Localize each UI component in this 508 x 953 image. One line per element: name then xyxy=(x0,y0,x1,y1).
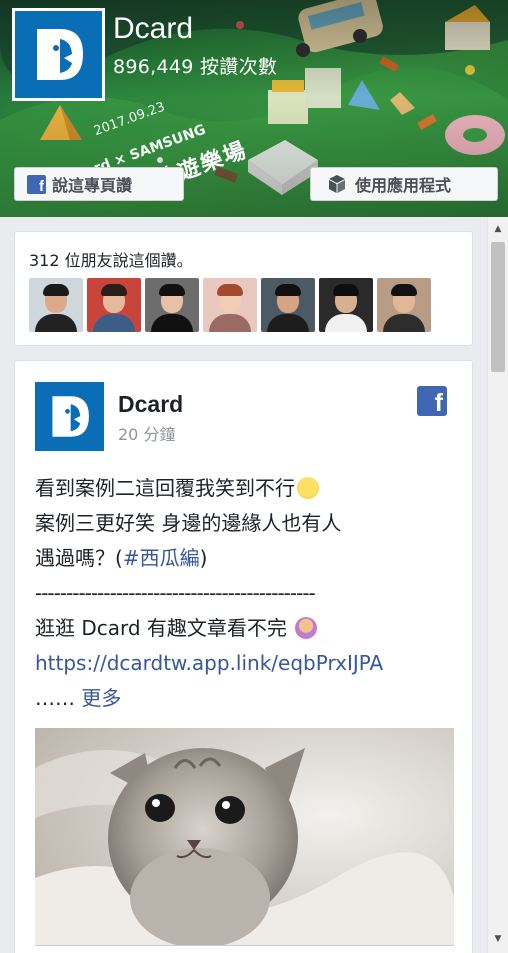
page-likes-count: 896,449 按讚次數 xyxy=(113,56,278,78)
friend-avatar[interactable] xyxy=(203,278,257,332)
use-app-button[interactable]: 使用應用程式 xyxy=(310,167,498,201)
scroll-down-arrow-icon[interactable]: ▼ xyxy=(488,929,508,949)
avatar-hair xyxy=(101,284,127,296)
post-card: Dcard 20 分鐘 f 看到案例二這回覆我笑到不行 案例三更好笑 身邊的邊緣… xyxy=(14,360,473,953)
friends-like-card: 312 位朋友說這個讚。 xyxy=(14,231,473,346)
post-divider: ----------------------------------------… xyxy=(35,581,316,605)
post-line: …… 更多 xyxy=(35,681,455,716)
friend-avatar[interactable] xyxy=(319,278,373,332)
post-link[interactable]: https://dcardtw.app.link/eqbPrxIJPA xyxy=(35,646,455,681)
avatar-hair xyxy=(275,284,301,296)
hashtag-link[interactable]: #西瓜編 xyxy=(123,546,200,570)
page-title[interactable]: Dcard xyxy=(113,12,193,46)
see-more-link[interactable]: 更多 xyxy=(81,686,121,710)
avatar-hair xyxy=(159,284,185,296)
like-page-button[interactable]: f 說這專頁讚 xyxy=(14,167,184,201)
dcard-logo-icon xyxy=(35,382,104,451)
friend-avatar[interactable] xyxy=(261,278,315,332)
avatar-hair xyxy=(43,284,69,296)
post-image-kitten[interactable] xyxy=(35,728,454,946)
page-cover[interactable]: 2017.09.23 Dcard × SAMSUNG 地遊樂場 Dcard 89… xyxy=(0,0,508,217)
friend-avatars xyxy=(29,278,435,332)
post-line: 遇過嗎？(#西瓜編) xyxy=(35,546,208,570)
scrollbar-thumb[interactable] xyxy=(491,242,505,372)
ellipsis: …… xyxy=(35,686,75,710)
post-line: 看到案例二這回覆我笑到不行 xyxy=(35,471,455,506)
avatar-body xyxy=(93,314,135,332)
post-author-avatar[interactable] xyxy=(35,382,104,451)
avatar-body xyxy=(383,314,425,332)
avatar-hair xyxy=(333,284,359,296)
post-text: 看到案例二這回覆我笑到不行 案例三更好笑 身邊的邊緣人也有人 遇過嗎？(#西瓜編… xyxy=(35,471,455,716)
friend-avatar[interactable] xyxy=(377,278,431,332)
post-line: 逛逛 Dcard 有趣文章看不完 xyxy=(35,611,455,646)
avatar-body xyxy=(151,314,193,332)
post-line: 案例三更好笑 身邊的邊緣人也有人 xyxy=(35,511,342,535)
cube-icon xyxy=(329,175,345,193)
friend-avatar[interactable] xyxy=(145,278,199,332)
friends-like-text: 312 位朋友說這個讚。 xyxy=(29,251,193,270)
avatar-body xyxy=(209,314,251,332)
post-timestamp[interactable]: 20 分鐘 xyxy=(118,421,175,445)
facebook-icon: f xyxy=(27,174,46,194)
vertical-scrollbar[interactable]: ▲ ▼ xyxy=(487,217,508,953)
use-app-label: 使用應用程式 xyxy=(355,176,452,195)
avatar-hair xyxy=(217,284,243,296)
dcard-logo-icon xyxy=(15,11,102,98)
kitten-photo xyxy=(35,728,454,945)
scroll-up-arrow-icon[interactable]: ▲ xyxy=(488,219,508,239)
like-page-label: 說這專頁讚 xyxy=(52,176,133,195)
avatar-hair xyxy=(391,284,417,296)
woman-gesturing-emoji-icon xyxy=(295,617,318,639)
page-logo[interactable] xyxy=(12,8,105,101)
avatar-body xyxy=(35,314,77,332)
avatar-body xyxy=(325,314,367,332)
avatar-body xyxy=(267,314,309,332)
post-author-name[interactable]: Dcard xyxy=(118,391,183,418)
facebook-icon[interactable]: f xyxy=(417,386,447,416)
friend-avatar[interactable] xyxy=(29,278,83,332)
laughing-emoji-icon xyxy=(297,477,319,499)
friend-avatar[interactable] xyxy=(87,278,141,332)
